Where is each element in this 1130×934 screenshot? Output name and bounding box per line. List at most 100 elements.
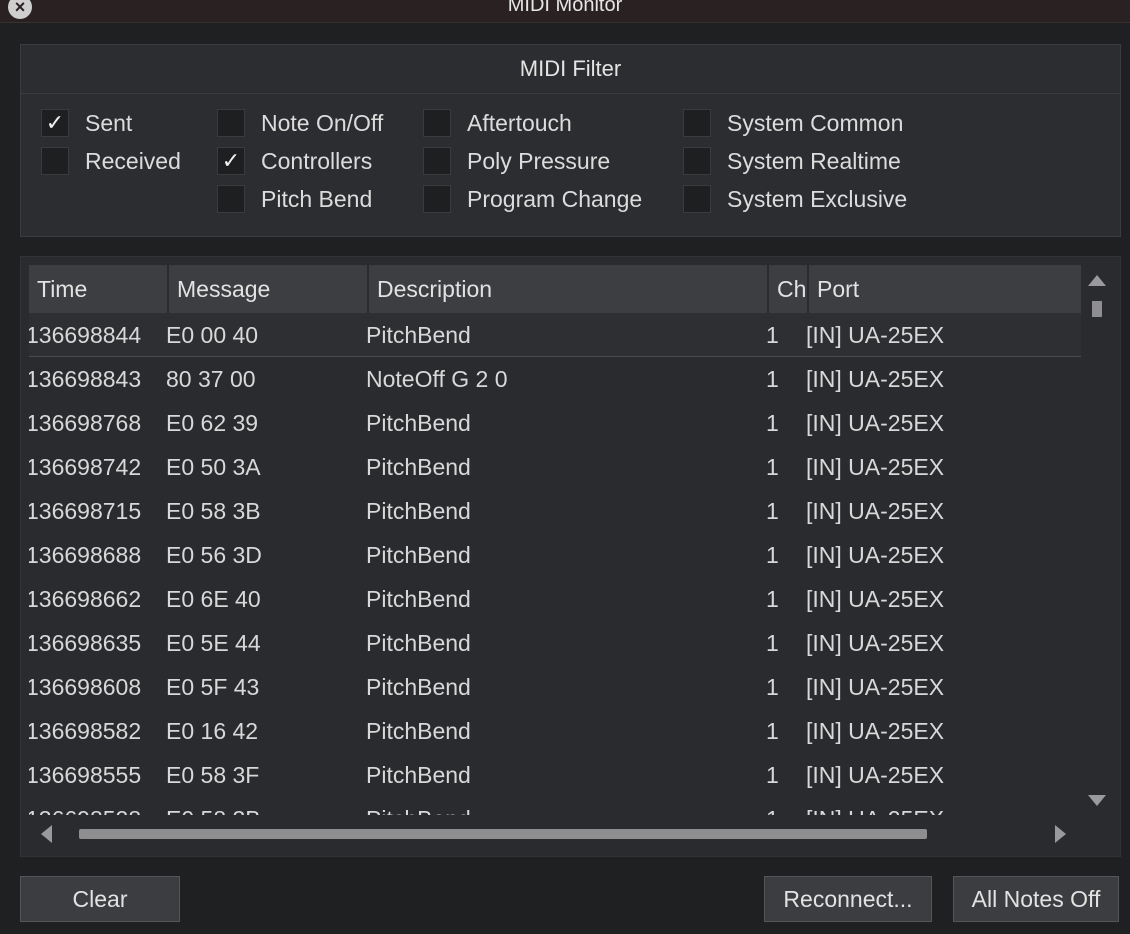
checkbox-note-on-off[interactable]: Note On/Off — [217, 107, 383, 139]
cell-message: 80 37 00 — [166, 366, 256, 392]
horizontal-scrollbar-thumb[interactable] — [79, 829, 927, 839]
checkbox-sent[interactable]: ✓ Sent — [41, 107, 132, 139]
cell-port: [IN] UA-25EX — [806, 630, 945, 656]
cell-channel: 1 — [766, 498, 779, 524]
cell-message: E0 58 3B — [166, 797, 261, 815]
cell-port: [IN] UA-25EX — [806, 718, 945, 744]
checkbox-poly-pressure[interactable]: Poly Pressure — [423, 145, 610, 177]
title-bar: × MIDI Monitor — [0, 0, 1130, 23]
table-row[interactable]: 136698662 E0 6E 40 PitchBend 1 [IN] UA-25EX — [29, 577, 1081, 621]
checkbox-box[interactable] — [683, 185, 711, 213]
cell-port: [IN] UA-25EX — [806, 366, 945, 392]
table-body[interactable]: 136698844 E0 00 40 PitchBend 1 [IN] UA-25EX 1… — [29, 313, 1081, 815]
cell-time: 136698528 — [29, 797, 141, 815]
window-title: MIDI Monitor — [507, 0, 623, 16]
cell-message: E0 00 40 — [166, 322, 259, 348]
cell-channel: 1 — [766, 762, 779, 788]
cell-description: PitchBend — [366, 410, 471, 436]
table-row[interactable]: 136698715 E0 58 3B PitchBend 1 [IN] UA-25EX — [29, 489, 1081, 533]
table-row[interactable]: 136698608 E0 5F 43 PitchBend 1 [IN] UA-25EX — [29, 665, 1081, 709]
checkbox-label: Received — [85, 147, 181, 174]
column-header-description[interactable]: Description — [367, 265, 769, 313]
checkbox-controllers[interactable]: ✓ Controllers — [217, 145, 372, 177]
vertical-scrollbar-thumb[interactable] — [1092, 301, 1102, 317]
checkbox-program-change[interactable]: Program Change — [423, 183, 642, 215]
checkbox-box[interactable] — [683, 109, 711, 137]
checkbox-received[interactable]: Received — [41, 145, 181, 177]
all-notes-off-button[interactable]: All Notes Off — [953, 876, 1119, 922]
checkbox-box[interactable] — [217, 109, 245, 137]
cell-channel: 1 — [766, 322, 779, 348]
checkbox-system-common[interactable]: System Common — [683, 107, 903, 139]
filter-title: MIDI Filter — [21, 45, 1120, 94]
scroll-down-arrow-icon[interactable] — [1088, 795, 1106, 806]
table-row[interactable]: 136698688 E0 56 3D PitchBend 1 [IN] UA-25EX — [29, 533, 1081, 577]
column-header-message[interactable]: Message — [167, 265, 369, 313]
midi-message-table: Time Message Description Ch Port 1366988… — [20, 256, 1121, 857]
column-header-port[interactable]: Port — [807, 265, 1081, 313]
cell-description: PitchBend — [366, 322, 471, 348]
cell-time: 136698768 — [29, 410, 142, 436]
cell-time: 136698635 — [29, 630, 142, 656]
midi-filter-panel: MIDI Filter ✓ Sent Received Note On/Off ✓… — [20, 44, 1121, 237]
table-row[interactable]: 136698635 E0 5E 44 PitchBend 1 [IN] UA-25EX — [29, 621, 1081, 665]
checkbox-box[interactable] — [217, 185, 245, 213]
table-row[interactable]: 136698555 E0 58 3F PitchBend 1 [IN] UA-25EX — [29, 753, 1081, 797]
cell-channel: 1 — [766, 542, 779, 568]
cell-port: [IN] UA-25EX — [806, 797, 944, 815]
checkbox-box[interactable] — [41, 147, 69, 175]
checkbox-box[interactable] — [423, 147, 451, 175]
scroll-up-arrow-icon[interactable] — [1088, 275, 1106, 286]
reconnect-button[interactable]: Reconnect... — [764, 876, 932, 922]
cell-channel: 1 — [766, 718, 779, 744]
cell-time: 136698688 — [29, 542, 142, 568]
checkbox-box[interactable] — [423, 109, 451, 137]
cell-description: PitchBend — [366, 454, 471, 480]
checkbox-label: Sent — [85, 109, 133, 136]
table-row[interactable]: 136698843 80 37 00 NoteOff G 2 0 1 [IN] UA-2… — [29, 357, 1081, 401]
table-row[interactable]: 136698844 E0 00 40 PitchBend 1 [IN] UA-25EX — [29, 313, 1081, 357]
checkbox-label: Poly Pressure — [467, 147, 611, 174]
checkbox-label: Aftertouch — [467, 109, 572, 136]
cell-message: E0 62 39 — [166, 410, 259, 436]
cell-port: [IN] UA-25EX — [806, 410, 945, 436]
cell-time: 136698844 — [29, 322, 142, 348]
table-row[interactable]: 136698768 E0 62 39 PitchBend 1 [IN] UA-25EX — [29, 401, 1081, 445]
table-header: Time Message Description Ch Port — [29, 265, 1081, 313]
cell-description: PitchBend — [366, 762, 471, 788]
checkbox-box[interactable] — [683, 147, 711, 175]
checkbox-system-exclusive[interactable]: System Exclusive — [683, 183, 907, 215]
cell-message: E0 5E 44 — [166, 630, 261, 656]
scroll-right-arrow-icon[interactable] — [1055, 825, 1066, 843]
scroll-left-arrow-icon[interactable] — [41, 825, 52, 843]
checkbox-label: System Realtime — [727, 147, 901, 174]
cell-message: E0 56 3D — [166, 542, 262, 568]
cell-description: NoteOff G 2 0 — [366, 366, 508, 392]
cell-time: 136698582 — [29, 718, 142, 744]
cell-description: PitchBend — [366, 718, 471, 744]
checkbox-label: Program Change — [467, 185, 643, 212]
checkbox-pitch-bend[interactable]: Pitch Bend — [217, 183, 372, 215]
clear-button[interactable]: Clear — [20, 876, 180, 922]
table-row[interactable]: 136698742 E0 50 3A PitchBend 1 [IN] UA-25EX — [29, 445, 1081, 489]
cell-description: PitchBend — [366, 674, 471, 700]
column-header-channel[interactable]: Ch — [767, 265, 809, 313]
checkbox-aftertouch[interactable]: Aftertouch — [423, 107, 572, 139]
cell-port: [IN] UA-25EX — [806, 454, 945, 480]
cell-description: PitchBend — [366, 498, 471, 524]
column-header-time[interactable]: Time — [29, 265, 169, 313]
checkbox-system-realtime[interactable]: System Realtime — [683, 145, 901, 177]
cell-time: 136698715 — [29, 498, 142, 524]
cell-port: [IN] UA-25EX — [806, 762, 945, 788]
cell-channel: 1 — [766, 674, 779, 700]
table-row[interactable]: 136698528 E0 58 3B PitchBend 1 [IN] UA-25EX — [29, 797, 1081, 815]
cell-time: 136698608 — [29, 674, 142, 700]
checkbox-box[interactable] — [423, 185, 451, 213]
checkmark-icon[interactable]: ✓ — [41, 109, 69, 137]
table-row[interactable]: 136698582 E0 16 42 PitchBend 1 [IN] UA-25EX — [29, 709, 1081, 753]
checkmark-icon[interactable]: ✓ — [217, 147, 245, 175]
checkbox-label: Pitch Bend — [261, 185, 373, 212]
cell-time: 136698555 — [29, 762, 142, 788]
cell-description: PitchBend — [366, 630, 471, 656]
cell-description: PitchBend — [366, 586, 471, 612]
